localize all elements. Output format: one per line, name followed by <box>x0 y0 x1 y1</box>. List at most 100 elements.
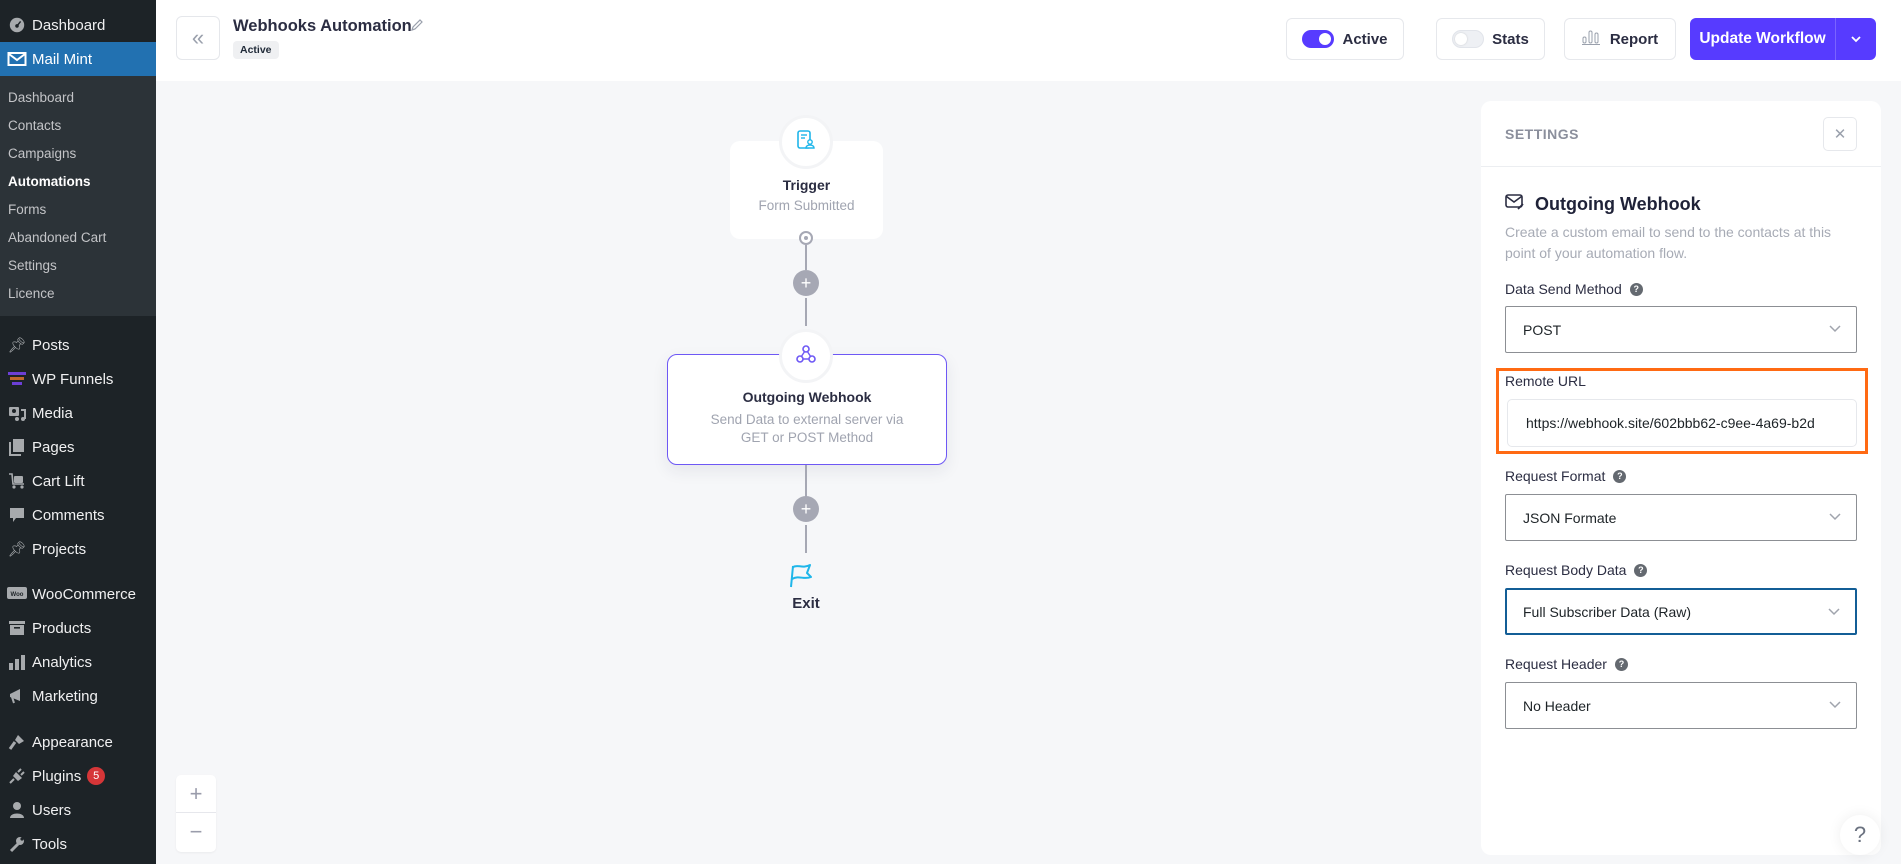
request-format-select[interactable]: JSON Formate <box>1505 494 1857 541</box>
sidebar-item-media[interactable]: Media <box>0 396 156 430</box>
close-settings-button[interactable]: ✕ <box>1823 117 1857 151</box>
connector-line <box>805 298 807 326</box>
zoom-out-button[interactable]: − <box>176 813 216 851</box>
sidebar-item-cart-lift[interactable]: Cart Lift <box>0 464 156 498</box>
submenu-forms[interactable]: Forms <box>8 202 46 217</box>
sidebar-label: Projects <box>32 540 87 558</box>
sidebar-label: Posts <box>32 336 70 354</box>
submenu-automations[interactable]: Automations <box>8 174 91 189</box>
sidebar-item-marketing[interactable]: Marketing <box>0 679 156 713</box>
chevron-down-icon <box>1828 509 1842 526</box>
sidebar-item-pages[interactable]: Pages <box>0 430 156 464</box>
woo-icon: Woo <box>6 583 28 605</box>
select-value: No Header <box>1523 697 1591 714</box>
sidebar-label: Plugins <box>32 767 82 785</box>
help-icon[interactable]: ? <box>1613 469 1627 483</box>
sidebar-label: Cart Lift <box>32 472 85 490</box>
trigger-subtitle: Form Submitted <box>758 198 855 213</box>
sidebar-item-woocommerce[interactable]: Woo WooCommerce <box>0 577 156 611</box>
pin-icon: 📌︎ <box>7 541 27 558</box>
update-workflow-button[interactable]: Update Workflow <box>1690 18 1836 60</box>
trigger-output-handle[interactable] <box>799 231 813 245</box>
plus-icon: + <box>800 272 812 293</box>
settings-title-text: Outgoing Webhook <box>1535 194 1701 214</box>
sidebar-item-plugins[interactable]: Plugins 5 <box>0 759 156 793</box>
add-step-button[interactable]: + <box>793 270 819 296</box>
sidebar-label: WP Funnels <box>32 370 114 388</box>
submenu-licence[interactable]: Licence <box>8 286 55 301</box>
sidebar-item-dashboard[interactable]: Dashboard <box>0 8 156 42</box>
form-user-icon <box>796 129 816 155</box>
plus-icon: + <box>800 498 812 519</box>
mail-mint-submenu: Dashboard Contacts Campaigns Automations… <box>0 76 156 316</box>
report-label: Report <box>1609 30 1659 48</box>
sidebar-label: Comments <box>32 506 105 524</box>
sidebar-label: Marketing <box>32 687 98 705</box>
plugins-update-badge: 5 <box>87 767 106 785</box>
request-header-select[interactable]: No Header <box>1505 682 1857 729</box>
stats-toggle-switch[interactable] <box>1452 30 1485 48</box>
report-chart-icon <box>1581 29 1600 49</box>
sidebar-item-analytics[interactable]: Analytics <box>0 645 156 679</box>
sidebar-label: Media <box>32 404 73 422</box>
workflow-title: Webhooks Automation <box>233 17 412 35</box>
select-value: Full Subscriber Data (Raw) <box>1523 603 1692 620</box>
sidebar-item-wp-funnels[interactable]: WP Funnels <box>0 362 156 396</box>
sidebar-item-tools[interactable]: Tools <box>0 827 156 861</box>
active-toggle-button[interactable]: Active <box>1286 18 1404 60</box>
sidebar-item-appearance[interactable]: Appearance <box>0 725 156 759</box>
sidebar-label: Mail Mint <box>32 50 93 68</box>
request-body-select[interactable]: Full Subscriber Data (Raw) <box>1505 588 1857 635</box>
dashboard-icon <box>6 14 28 36</box>
sidebar-item-posts[interactable]: 📌︎ Posts <box>0 328 156 362</box>
submenu-contacts[interactable]: Contacts <box>8 118 61 133</box>
data-send-method-label: Data Send Method? <box>1505 281 1643 297</box>
stats-toggle-button[interactable]: Stats <box>1436 18 1545 60</box>
sidebar-item-users[interactable]: Users <box>0 793 156 827</box>
sidebar-item-mail-mint[interactable]: Mail Mint <box>0 42 156 76</box>
submenu-dashboard[interactable]: Dashboard <box>8 90 74 105</box>
sidebar-item-products[interactable]: Products <box>0 611 156 645</box>
funnel-icon <box>6 368 28 390</box>
back-button[interactable]: « <box>176 16 220 60</box>
remote-url-input[interactable]: https://webhook.site/602bbb62-c9ee-4a69-… <box>1507 399 1857 447</box>
active-label: Active <box>1342 30 1388 48</box>
mail-icon <box>6 48 28 70</box>
sidebar-item-projects[interactable]: 📌︎ Projects <box>0 532 156 566</box>
stats-label: Stats <box>1492 30 1529 48</box>
submenu-abandoned-cart[interactable]: Abandoned Cart <box>8 230 106 245</box>
edit-title-icon[interactable] <box>410 18 424 35</box>
select-value: JSON Formate <box>1523 509 1617 526</box>
help-button[interactable]: ? <box>1840 815 1880 855</box>
brush-icon <box>6 731 28 753</box>
chevron-down-icon <box>1850 30 1862 48</box>
zoom-controls: + − <box>176 775 216 852</box>
close-icon: ✕ <box>1833 126 1847 143</box>
user-icon <box>6 799 28 821</box>
remote-url-label: Remote URL <box>1505 373 1586 389</box>
report-button[interactable]: Report <box>1564 18 1676 60</box>
select-value: POST <box>1523 321 1562 338</box>
webhook-node-subtitle-2: GET or POST Method <box>740 430 874 445</box>
active-toggle-switch[interactable] <box>1302 30 1335 48</box>
submenu-settings[interactable]: Settings <box>8 258 57 273</box>
settings-panel: SETTINGS ✕ Outgoing Webhook Create a cus… <box>1481 101 1881 855</box>
media-icon <box>6 402 28 424</box>
settings-description: Create a custom email to send to the con… <box>1505 224 1832 261</box>
update-options-dropdown[interactable] <box>1836 18 1876 60</box>
submenu-campaigns[interactable]: Campaigns <box>8 146 76 161</box>
help-icon[interactable]: ? <box>1614 657 1628 671</box>
add-step-button[interactable]: + <box>793 496 819 522</box>
flag-icon <box>788 563 816 594</box>
comment-icon <box>6 504 28 526</box>
chevron-down-icon <box>1828 697 1842 714</box>
settings-heading: SETTINGS <box>1505 126 1580 142</box>
workflow-header: « Webhooks Automation Active Active Stat… <box>156 0 1901 81</box>
help-icon[interactable]: ? <box>1634 563 1648 577</box>
data-send-method-select[interactable]: POST <box>1505 306 1857 353</box>
sidebar-item-comments[interactable]: Comments <box>0 498 156 532</box>
archive-icon <box>6 617 28 639</box>
mail-edit-icon <box>1505 193 1535 216</box>
zoom-in-button[interactable]: + <box>176 775 216 813</box>
help-icon[interactable]: ? <box>1629 282 1643 296</box>
